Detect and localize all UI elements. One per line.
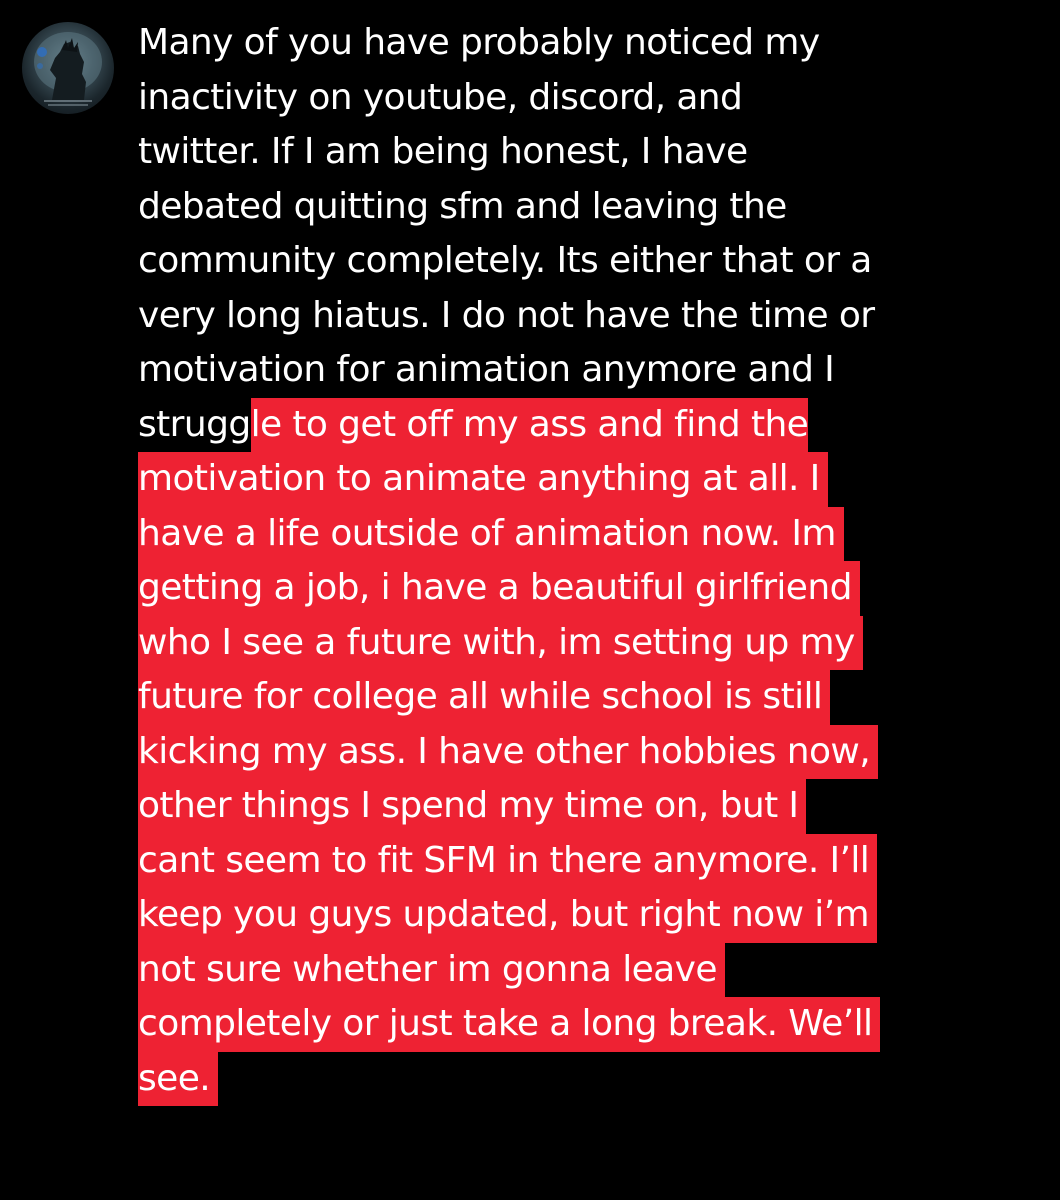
highlighted-text-segment: kicking my ass. I have other hobbies now… — [138, 724, 879, 779]
post-text-segment: motivation for animation anymore and I — [138, 349, 835, 390]
post-line: motivation for animation anymore and I — [138, 343, 1053, 398]
post-line: who I see a future with, im setting up m… — [138, 615, 1053, 670]
highlighted-text-segment: keep you guys updated, but right now i’m — [138, 888, 877, 943]
post-line: have a life outside of animation now. Im — [138, 506, 1053, 561]
post-text-segment: very long hiatus. I do not have the time… — [138, 294, 875, 336]
highlighted-text-segment: motivation to animate anything at all. I — [138, 452, 828, 507]
post-line: not sure whether im gonna leave — [138, 942, 1053, 997]
post-line: kicking my ass. I have other hobbies now… — [138, 724, 1053, 779]
highlighted-text-segment: getting a job, i have a beautiful girlfr… — [138, 561, 860, 616]
post-line: Many of you have probably noticed my — [138, 16, 1053, 71]
highlighted-text-segment: future for college all while school is s… — [138, 670, 831, 725]
post-text-segment: strugg — [138, 403, 251, 445]
post-line: keep you guys updated, but right now i’m — [138, 888, 1053, 943]
highlighted-text-segment: who I see a future with, im setting up m… — [138, 615, 863, 670]
post-text-segment: twitter. If I am being honest, I have — [138, 131, 748, 172]
post-line: cant seem to fit SFM in there anymore. I… — [138, 833, 1053, 888]
highlighted-text-segment: other things I spend my time on, but I — [138, 779, 807, 834]
post-text-segment: Many of you have probably noticed my — [138, 22, 820, 63]
avatar-image — [34, 32, 102, 106]
post-line: future for college all while school is s… — [138, 670, 1053, 725]
post-line: see. — [138, 1051, 1053, 1106]
post-line: inactivity on youtube, discord, and — [138, 71, 1053, 126]
post-text-segment: community completely. Its either that or… — [138, 240, 872, 281]
post-text: Many of you have probably noticed my inac… — [138, 16, 1053, 1106]
post-line: getting a job, i have a beautiful girlfr… — [138, 561, 1053, 616]
post-line: very long hiatus. I do not have the time… — [138, 289, 1053, 344]
post-line: completely or just take a long break. We… — [138, 997, 1053, 1052]
highlighted-text-segment: have a life outside of animation now. Im — [138, 506, 844, 561]
post-line: community completely. Its either that or… — [138, 234, 1053, 289]
post-text-segment: debated quitting sfm and leaving the — [138, 185, 787, 227]
post-line: motivation to animate anything at all. I — [138, 452, 1053, 507]
highlighted-text-segment: not sure whether im gonna leave — [138, 942, 725, 997]
highlighted-text-segment: le to get off my ass and find the — [250, 397, 809, 452]
highlighted-text-segment: see. — [138, 1051, 219, 1106]
post-line: other things I spend my time on, but I — [138, 779, 1053, 834]
post-line: twitter. If I am being honest, I have — [138, 125, 1053, 180]
post-line: struggle to get off my ass and find the — [138, 397, 1053, 452]
post-line: debated quitting sfm and leaving the — [138, 180, 1053, 235]
highlighted-text-segment: completely or just take a long break. We… — [138, 997, 881, 1052]
kaiju-avatar-icon[interactable] — [22, 22, 114, 114]
post-text-segment: inactivity on youtube, discord, and — [138, 76, 743, 118]
highlighted-text-segment: cant seem to fit SFM in there anymore. I… — [138, 833, 878, 888]
